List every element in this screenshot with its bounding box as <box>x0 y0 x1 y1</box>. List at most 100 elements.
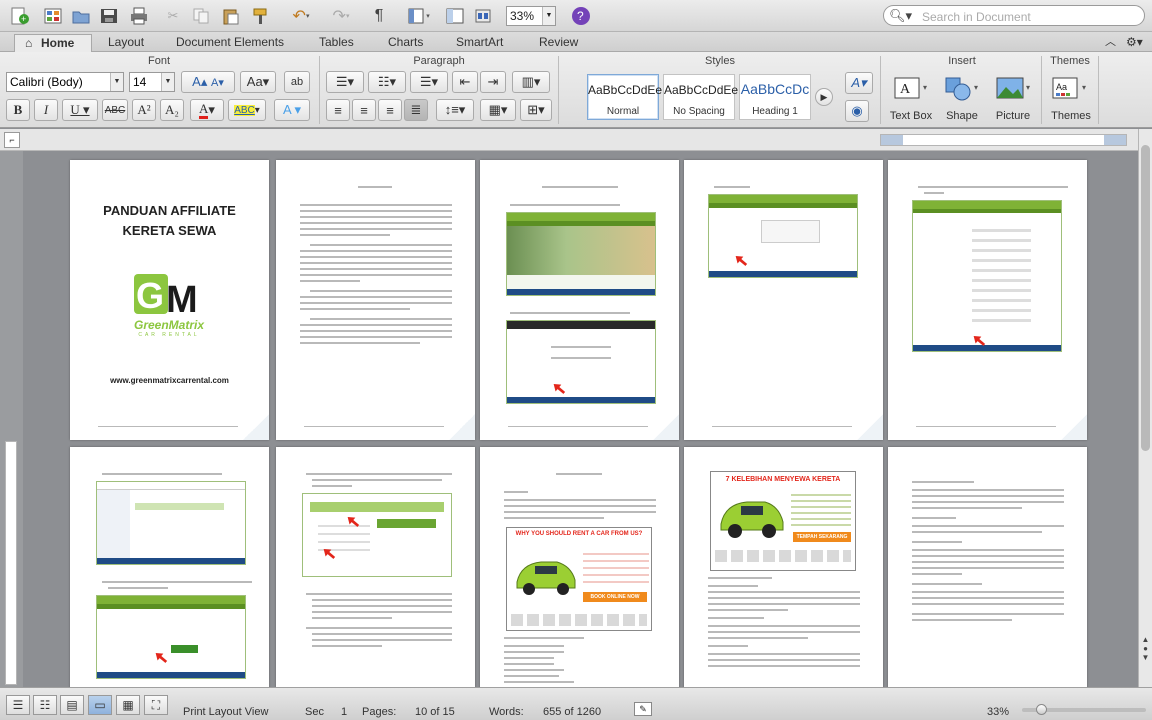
italic-button[interactable]: I <box>34 99 58 121</box>
superscript-button[interactable]: A² <box>132 99 156 121</box>
tab-stop-selector-icon[interactable]: ⌐ <box>4 132 20 148</box>
underline-button[interactable]: U ▾ <box>62 99 98 121</box>
outline-view-icon[interactable]: ☷ <box>33 695 57 715</box>
page-navigation-icons[interactable]: ▲ ● ▼ <box>1139 635 1152 662</box>
show-formatting-icon[interactable]: ¶ <box>368 5 390 27</box>
style-no-spacing[interactable]: AaBbCcDdEe No Spacing <box>663 74 738 120</box>
horizontal-ruler[interactable]: ⌐ <box>0 129 1152 151</box>
gear-icon[interactable]: ⚙▾ <box>1118 34 1151 52</box>
themes-button[interactable]: Aa ▾ Themes <box>1047 74 1095 124</box>
font-color-button[interactable]: A ▾ <box>190 99 224 121</box>
draft-view-icon[interactable]: ☰ <box>6 695 30 715</box>
manage-styles-button[interactable]: A▾ <box>845 72 873 94</box>
page-2[interactable] <box>276 160 475 440</box>
decrease-indent-button[interactable]: ⇤ <box>452 71 478 93</box>
insert-picture[interactable]: ▾ Picture <box>989 74 1037 124</box>
page-9[interactable]: 7 KELEBIHAN MENYEWA KERETA TEMPAH SEKARA… <box>684 447 883 687</box>
chevron-down-icon[interactable]: ▼ <box>161 73 174 91</box>
publishing-view-icon[interactable]: ▤ <box>60 695 84 715</box>
styles-pane-button[interactable]: ◉ <box>845 100 869 122</box>
borders-button[interactable]: ⊞▾ <box>520 99 552 121</box>
ruler-track[interactable] <box>880 134 1127 146</box>
proofing-icon[interactable]: ✎ <box>634 702 652 716</box>
paste-icon[interactable] <box>220 5 242 27</box>
undo-icon[interactable]: ↶ ▾ <box>284 5 318 27</box>
help-icon[interactable]: ? <box>570 5 592 27</box>
view-layout-icon[interactable]: ▾ <box>400 5 436 27</box>
style-heading-1[interactable]: AaBbCcDc Heading 1 <box>739 74 811 120</box>
page-3[interactable] <box>480 160 679 440</box>
numbering-button[interactable]: ☷▾ <box>368 71 406 93</box>
highlight-button[interactable]: ABC ▾ <box>228 99 266 121</box>
line-spacing-button[interactable]: ↕≡▾ <box>436 99 474 121</box>
cover-title: PANDUAN AFFILIATE KERETA SEWA <box>70 201 269 241</box>
styles-next-button[interactable]: ▶ <box>815 88 833 106</box>
font-name-combo[interactable]: Calibri (Body) ▼ <box>6 72 124 92</box>
page-1[interactable]: PANDUAN AFFILIATE KERETA SEWA GM GreenMa… <box>70 160 269 440</box>
print-icon[interactable] <box>128 5 150 27</box>
picture-icon: ▾ <box>996 77 1030 99</box>
tab-smartart[interactable]: SmartArt <box>448 34 511 52</box>
document-canvas[interactable]: PANDUAN AFFILIATE KERETA SEWA GM GreenMa… <box>23 151 1138 687</box>
page-10[interactable] <box>888 447 1087 687</box>
format-painter-icon[interactable] <box>250 5 272 27</box>
text-line <box>300 280 360 282</box>
style-normal[interactable]: AaBbCcDdEe Normal <box>587 74 662 120</box>
subscript-button[interactable]: A₂ <box>160 99 184 121</box>
multilevel-button[interactable]: ☰▾ <box>410 71 448 93</box>
zoom-slider[interactable] <box>1022 704 1146 715</box>
shrink-font-icon[interactable]: A▾ <box>211 76 224 89</box>
notebook-view-icon[interactable]: ▦ <box>116 695 140 715</box>
tab-document-elements[interactable]: Document Elements <box>168 34 292 52</box>
kelebihan-advert: 7 KELEBIHAN MENYEWA KERETA TEMPAH SEKARA… <box>710 471 856 571</box>
bullets-button[interactable]: ☰▾ <box>326 71 364 93</box>
bold-button[interactable]: B <box>6 99 30 121</box>
insert-shape[interactable]: ▾ Shape <box>938 74 986 124</box>
page-7[interactable] <box>276 447 475 687</box>
templates-icon[interactable] <box>42 5 64 27</box>
page-4[interactable] <box>684 160 883 440</box>
vertical-ruler-track[interactable] <box>5 441 17 685</box>
save-icon[interactable] <box>98 5 120 27</box>
page-5[interactable] <box>888 160 1087 440</box>
cut-icon[interactable]: ✂ <box>162 5 184 27</box>
increase-indent-button[interactable]: ⇥ <box>480 71 506 93</box>
focus-view-icon[interactable]: ⛶ <box>144 695 168 715</box>
chevron-down-icon[interactable]: ▼ <box>542 7 555 25</box>
sidebar-icon[interactable] <box>444 5 466 27</box>
chevron-down-icon[interactable]: ▼ <box>110 73 123 91</box>
text-effects-button[interactable]: A ▾ <box>274 99 310 121</box>
zoom-slider-thumb[interactable] <box>1036 704 1047 715</box>
search-field[interactable]: 🔍︎▾ Search in Document <box>883 5 1145 26</box>
print-layout-view-icon[interactable]: ▭ <box>88 695 112 715</box>
columns-button[interactable]: ▥▾ <box>512 71 550 93</box>
align-center-button[interactable]: ≡ <box>352 99 376 121</box>
copy-icon[interactable] <box>190 5 212 27</box>
vertical-scrollbar[interactable]: ▲ ● ▼ <box>1138 129 1152 687</box>
tab-home[interactable]: ⌂ Home <box>14 34 92 52</box>
insert-text-box[interactable]: A ▾ Text Box <box>887 74 935 124</box>
text-line <box>300 256 452 258</box>
clear-formatting-button[interactable]: ab <box>284 71 310 93</box>
grow-shrink-font-buttons[interactable]: A▴ A▾ <box>181 71 235 93</box>
strikethrough-button[interactable]: ABC <box>102 99 128 121</box>
new-document-icon[interactable]: + <box>4 5 36 27</box>
redo-icon[interactable]: ↷ ▾ <box>324 5 358 27</box>
tab-tables[interactable]: Tables <box>311 34 362 52</box>
tab-layout[interactable]: Layout <box>100 34 152 52</box>
tab-charts[interactable]: Charts <box>380 34 431 52</box>
align-right-button[interactable]: ≡ <box>378 99 402 121</box>
justify-button[interactable]: ≣ <box>404 99 428 121</box>
zoom-combo[interactable]: 33% ▼ <box>506 6 556 26</box>
change-case-button[interactable]: Aa▾ <box>240 71 276 93</box>
toolbox-icon[interactable] <box>472 5 494 27</box>
grow-font-icon[interactable]: A▴ <box>192 74 207 90</box>
shading-button[interactable]: ▦▾ <box>480 99 516 121</box>
page-8[interactable]: WHY YOU SHOULD RENT A CAR FROM US? BOOK … <box>480 447 679 687</box>
scroll-thumb[interactable] <box>1141 145 1150 451</box>
font-size-combo[interactable]: 14 ▼ <box>129 72 175 92</box>
open-folder-icon[interactable] <box>70 5 92 27</box>
page-6[interactable] <box>70 447 269 687</box>
tab-review[interactable]: Review <box>531 34 586 52</box>
align-left-button[interactable]: ≡ <box>326 99 350 121</box>
